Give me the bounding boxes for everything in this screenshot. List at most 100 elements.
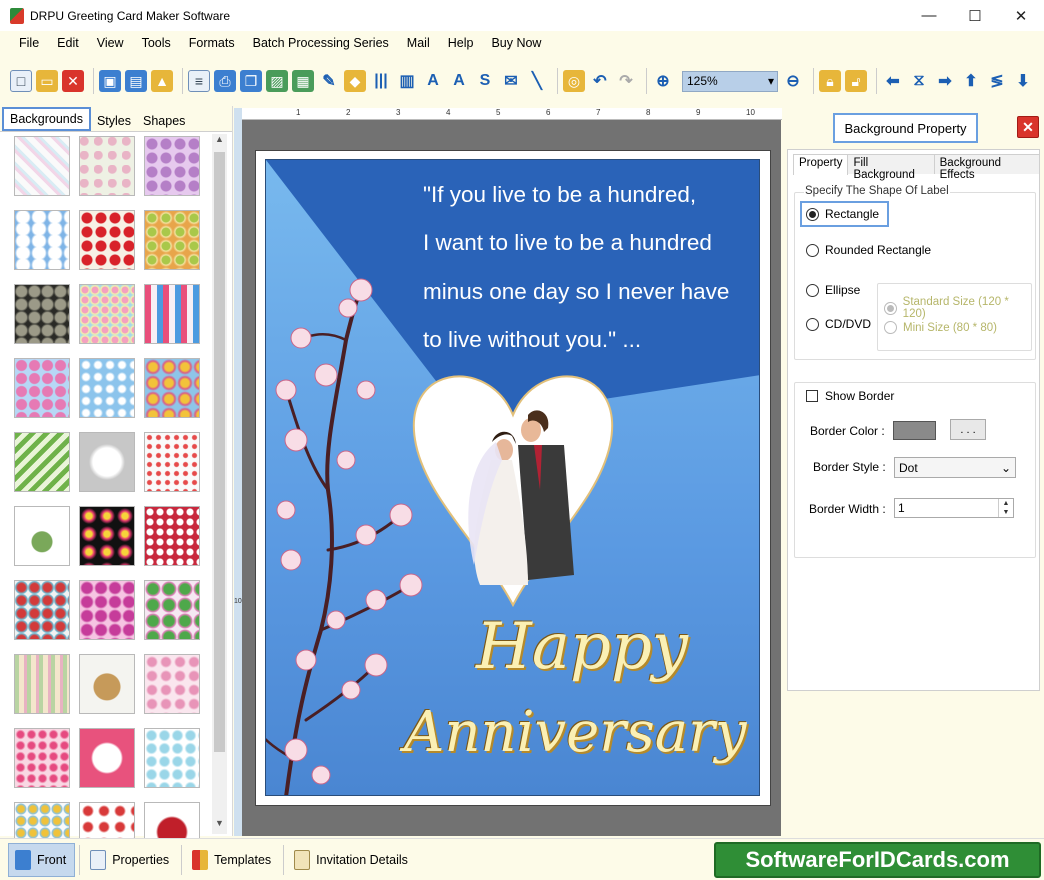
menu-formats[interactable]: Formats — [180, 36, 244, 50]
background-thumbnail[interactable] — [79, 210, 135, 270]
card-design[interactable]: "If you live to be a hundred, I want to … — [265, 159, 760, 796]
shape-rounded-rectangle-option[interactable]: Rounded Rectangle — [806, 243, 931, 257]
tab-front[interactable]: Front — [8, 842, 76, 877]
lock-icon[interactable]: 🔒︎ — [819, 70, 841, 92]
tab-styles[interactable]: Styles — [91, 111, 137, 131]
minimize-button[interactable]: — — [906, 0, 952, 31]
flip-vertical-icon[interactable]: ≶ — [986, 70, 1008, 92]
tab-properties[interactable]: Properties — [84, 843, 177, 877]
background-thumbnail[interactable] — [79, 506, 135, 566]
background-thumbnail[interactable] — [14, 728, 70, 788]
background-thumbnail[interactable] — [14, 284, 70, 344]
text-box-icon[interactable]: A — [448, 70, 470, 92]
quote-line-2[interactable]: I want to live to be a hundred — [423, 230, 712, 256]
move-up-icon[interactable]: ⬆ — [960, 70, 982, 92]
background-thumbnail[interactable] — [79, 654, 135, 714]
database-icon[interactable]: ◎ — [563, 70, 585, 92]
menu-file[interactable]: File — [10, 36, 48, 50]
tab-fill-background[interactable]: Fill Background — [847, 154, 935, 181]
shape-ellipse-option[interactable]: Ellipse — [806, 283, 860, 297]
background-thumbnail[interactable] — [14, 136, 70, 196]
save-icon[interactable]: ▣ — [99, 70, 121, 92]
signature-icon[interactable]: S — [474, 70, 496, 92]
tab-shapes[interactable]: Shapes — [137, 111, 191, 131]
copy-icon[interactable]: ❐ — [240, 70, 262, 92]
scroll-up-icon[interactable]: ▲ — [212, 134, 227, 150]
background-thumbnail[interactable] — [79, 580, 135, 640]
background-thumbnail[interactable] — [14, 580, 70, 640]
close-panel-icon[interactable]: ✕ — [1017, 116, 1039, 138]
maximize-button[interactable]: ☐ — [952, 0, 998, 31]
tab-invitation-details[interactable]: Invitation Details — [288, 843, 416, 877]
tab-property[interactable]: Property — [793, 154, 849, 175]
page-setup-icon[interactable]: ≡ — [188, 70, 210, 92]
shape-rectangle-option[interactable]: Rectangle — [800, 201, 890, 227]
menu-view[interactable]: View — [88, 36, 133, 50]
background-thumbnail[interactable] — [14, 210, 70, 270]
barcode-linear-icon[interactable]: ||| — [370, 70, 392, 92]
close-window-button[interactable]: ✕ — [998, 0, 1044, 31]
heading-anniversary[interactable]: Anniversary — [404, 700, 747, 765]
picture-icon[interactable]: ▦ — [292, 70, 314, 92]
unlock-icon[interactable]: 🔓︎ — [845, 70, 867, 92]
border-style-select[interactable]: Dot ⌄ — [894, 457, 1016, 478]
shape-cd-dvd-option[interactable]: CD/DVD — [806, 317, 871, 331]
print-icon[interactable]: ⎙ — [214, 70, 236, 92]
background-thumbnail[interactable] — [144, 358, 200, 418]
background-thumbnail[interactable] — [144, 432, 200, 492]
export-icon[interactable]: ▲ — [151, 70, 173, 92]
quote-line-3[interactable]: minus one day so I never have — [423, 279, 729, 305]
background-thumbnail[interactable] — [144, 210, 200, 270]
pen-icon[interactable]: ✎ — [318, 70, 340, 92]
background-thumbnail[interactable] — [14, 506, 70, 566]
line-icon[interactable]: ╲ — [526, 70, 548, 92]
background-thumbnail[interactable] — [144, 506, 200, 566]
radio-ellipse[interactable] — [806, 283, 819, 297]
background-thumbnail[interactable] — [79, 284, 135, 344]
menu-edit[interactable]: Edit — [48, 36, 88, 50]
menu-mail[interactable]: Mail — [398, 36, 439, 50]
close-file-icon[interactable]: ✕ — [62, 70, 84, 92]
background-thumbnail[interactable] — [79, 136, 135, 196]
background-thumbnail[interactable] — [14, 358, 70, 418]
tab-backgrounds[interactable]: Backgrounds — [2, 107, 91, 131]
border-color-swatch[interactable] — [893, 421, 936, 440]
redo-icon[interactable]: ↷ — [615, 70, 637, 92]
radio-rectangle[interactable] — [806, 207, 819, 221]
stepper-arrows-icon[interactable]: ▲ ▼ — [998, 499, 1013, 517]
background-thumbnail[interactable] — [144, 284, 200, 344]
flip-horizontal-icon[interactable]: ⧖ — [908, 70, 930, 92]
move-right-icon[interactable]: ➡ — [934, 70, 956, 92]
background-thumbnail[interactable] — [144, 580, 200, 640]
save-as-icon[interactable]: ▤ — [125, 70, 147, 92]
background-thumbnail[interactable] — [14, 654, 70, 714]
open-folder-icon[interactable]: ▭ — [36, 70, 58, 92]
mail-icon[interactable]: ✉ — [500, 70, 522, 92]
new-file-icon[interactable]: □ — [10, 70, 32, 92]
heading-happy[interactable]: Happy — [476, 610, 688, 684]
move-left-icon[interactable]: ⬅ — [882, 70, 904, 92]
menu-tools[interactable]: Tools — [133, 36, 180, 50]
quote-line-4[interactable]: to live without you." ... — [423, 327, 641, 353]
shapes-icon[interactable]: ◆ — [344, 70, 366, 92]
background-thumbnail[interactable] — [79, 358, 135, 418]
zoom-select[interactable]: 125% ▾ — [682, 70, 778, 92]
undo-icon[interactable]: ↶ — [589, 70, 611, 92]
border-color-picker-button[interactable]: . . . — [950, 419, 986, 440]
tab-templates[interactable]: Templates — [186, 843, 279, 877]
radio-rounded-rectangle[interactable] — [806, 243, 819, 257]
background-thumbnail[interactable] — [144, 728, 200, 788]
barcode-icon[interactable]: ▥ — [396, 70, 418, 92]
menu-buy-now[interactable]: Buy Now — [482, 36, 550, 50]
scroll-thumb[interactable] — [214, 152, 225, 752]
scroll-down-icon[interactable]: ▼ — [212, 818, 227, 834]
thumbnail-scrollbar[interactable]: ▲ ▼ — [212, 134, 227, 834]
zoom-out-icon[interactable]: ⊖ — [782, 70, 804, 92]
background-thumbnail[interactable] — [144, 136, 200, 196]
border-width-stepper[interactable]: 1 ▲ ▼ — [894, 498, 1014, 518]
show-border-option[interactable]: Show Border — [806, 389, 894, 403]
menu-help[interactable]: Help — [439, 36, 483, 50]
show-border-checkbox[interactable] — [806, 390, 818, 402]
text-icon[interactable]: A — [422, 70, 444, 92]
background-thumbnail[interactable] — [14, 432, 70, 492]
